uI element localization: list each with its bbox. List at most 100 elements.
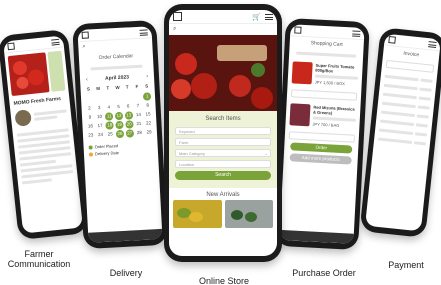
phone-store: 🛒 ⌕ Search Items Keyword Farm Main Categ… (164, 4, 282, 262)
cart-title: Shopping Cart (310, 40, 343, 48)
add-more-button[interactable]: Add more products (289, 153, 352, 165)
menu-icon[interactable] (51, 38, 60, 46)
calendar-day[interactable]: 5 (114, 103, 122, 111)
calendar-blank (104, 94, 112, 102)
calendar-day[interactable]: 6 (124, 102, 132, 110)
calendar-day[interactable]: 2 (85, 104, 93, 112)
calendar-day[interactable]: 18 (105, 121, 114, 130)
calendar-grid: 1 2 3 4 5 6 7 8 9 10 11 12 13 14 15 16 17 18 19 20 21 22 23 24 2… (81, 92, 157, 140)
arrival-card-2[interactable] (224, 200, 273, 228)
store-screen: 🛒 ⌕ Search Items Keyword Farm Main Categ… (169, 10, 277, 256)
calendar-day[interactable]: 19 (115, 120, 124, 130)
calendar-day[interactable]: 12 (114, 111, 124, 121)
payment-screen: Invoice (365, 33, 441, 232)
menu-icon[interactable] (428, 40, 437, 48)
search-panel: Search Items Keyword Farm Main Category … (169, 111, 277, 188)
caption-farmer-line1: Farmer (24, 249, 54, 259)
legend-order-placed: Order Placed (94, 143, 119, 150)
legend-dot-icon (88, 151, 94, 157)
calendar-day[interactable]: 11 (105, 112, 114, 121)
arrival-card-1[interactable] (173, 200, 222, 228)
calendar-day[interactable]: 16 (86, 122, 94, 130)
calendar-day[interactable]: 21 (135, 120, 143, 128)
weekday-label: F (135, 83, 139, 90)
weekday-label: M (96, 85, 101, 92)
footer-bar (279, 229, 354, 244)
logo-icon (81, 31, 89, 39)
search-title: Search Items (205, 116, 241, 122)
next-month-icon[interactable]: › (146, 73, 148, 79)
calendar-day[interactable]: 3 (95, 104, 103, 112)
weekday-label: T (106, 85, 110, 91)
calendar-day[interactable]: 15 (144, 110, 152, 118)
item2-name: Red Mizuna (Brassica & Greens) (313, 104, 355, 116)
calendar-day[interactable]: 4 (105, 103, 113, 111)
caption-purchase: Purchase Order (292, 268, 356, 278)
caption-delivery: Delivery (109, 268, 143, 278)
cart-icon[interactable]: 🛒 (252, 13, 261, 21)
invoice-list (374, 69, 438, 150)
purchase-screen: Shopping Cart Super Fruits Tomato 800g/B… (279, 24, 365, 244)
item1-name: Super Fruits Tomato 800g/Box (315, 62, 355, 74)
phone-purchase: Shopping Cart Super Fruits Tomato 800g/B… (274, 17, 370, 251)
new-arrivals-title: New Arrivals (206, 192, 240, 198)
menu-icon[interactable] (265, 13, 273, 20)
calendar-day[interactable]: 13 (124, 111, 133, 120)
calendar-blank (124, 93, 132, 101)
menu-icon[interactable] (352, 29, 361, 37)
delivery-screen: ⌕ Order Calendar ‹ April 2023 › SMTWTFS … (77, 26, 163, 243)
calendar-blank (85, 95, 93, 103)
search-button[interactable]: Search (175, 171, 271, 180)
logo-icon (294, 26, 302, 34)
calendar-day[interactable]: 20 (125, 120, 134, 129)
calendar-day[interactable]: 7 (134, 102, 142, 110)
new-arrivals-list (169, 200, 277, 228)
category-label: Main Category (179, 151, 206, 156)
calendar-day[interactable]: 28 (135, 129, 143, 137)
farm-photo (47, 50, 66, 92)
farmer-photos (4, 47, 68, 99)
calendar-day[interactable]: 17 (96, 122, 104, 130)
farm-field[interactable]: Farm (175, 138, 271, 146)
avatar (14, 109, 32, 127)
calendar-day[interactable]: 29 (145, 128, 153, 136)
calendar-day[interactable]: 27 (125, 129, 134, 138)
keyword-field[interactable]: Keyword (175, 127, 271, 135)
store-header: 🛒 (169, 10, 277, 24)
logo-icon (388, 36, 396, 44)
menu-icon[interactable] (139, 28, 148, 36)
calendar-day[interactable]: 23 (87, 131, 95, 139)
calendar-day[interactable]: 10 (96, 113, 104, 121)
order-button[interactable]: Order (290, 142, 353, 154)
calendar-blank (95, 95, 103, 103)
calendar-day[interactable]: 14 (134, 111, 142, 119)
item1-price: JPY 1,500 / BOX (314, 79, 345, 87)
calendar-day[interactable]: 8 (144, 101, 152, 109)
farmer-description (12, 123, 78, 190)
qty-select-2[interactable] (288, 131, 356, 143)
calendar-day[interactable]: 22 (145, 119, 153, 127)
search-icon[interactable]: ⌕ (169, 24, 277, 35)
location-field[interactable]: Location (175, 160, 271, 168)
month-label: April 2023 (104, 74, 130, 82)
weekday-label: S (86, 86, 91, 92)
phone-payment: Invoice (359, 27, 441, 238)
calendar-day[interactable]: 25 (106, 130, 114, 138)
calendar-day[interactable]: 9 (86, 113, 94, 121)
hero-banner (169, 35, 277, 111)
tomato-photo (7, 52, 50, 97)
calendar-title: Order Calendar (98, 53, 134, 62)
footer-bar (88, 228, 163, 243)
item2-price: JPY 700 / BAG (312, 121, 340, 128)
prev-month-icon[interactable]: ‹ (86, 77, 88, 83)
legend-dot-icon (88, 144, 93, 150)
caption-payment: Payment (388, 260, 424, 270)
caption-store: Online Store (198, 276, 250, 285)
app-showcase: MOMO Fresh Farms ⌕ Order Calendar ‹ Apri… (0, 0, 441, 285)
calendar-day[interactable]: 1 (143, 92, 152, 101)
search-icon[interactable]: ⌕ (82, 44, 86, 51)
cart-item-2: Red Mizuna (Brassica & Greens) JPY 700 /… (285, 99, 360, 133)
category-select[interactable]: Main Category ⌄ (175, 149, 271, 157)
chevron-down-icon: ⌄ (264, 151, 268, 156)
calendar-day[interactable]: 24 (96, 131, 104, 139)
